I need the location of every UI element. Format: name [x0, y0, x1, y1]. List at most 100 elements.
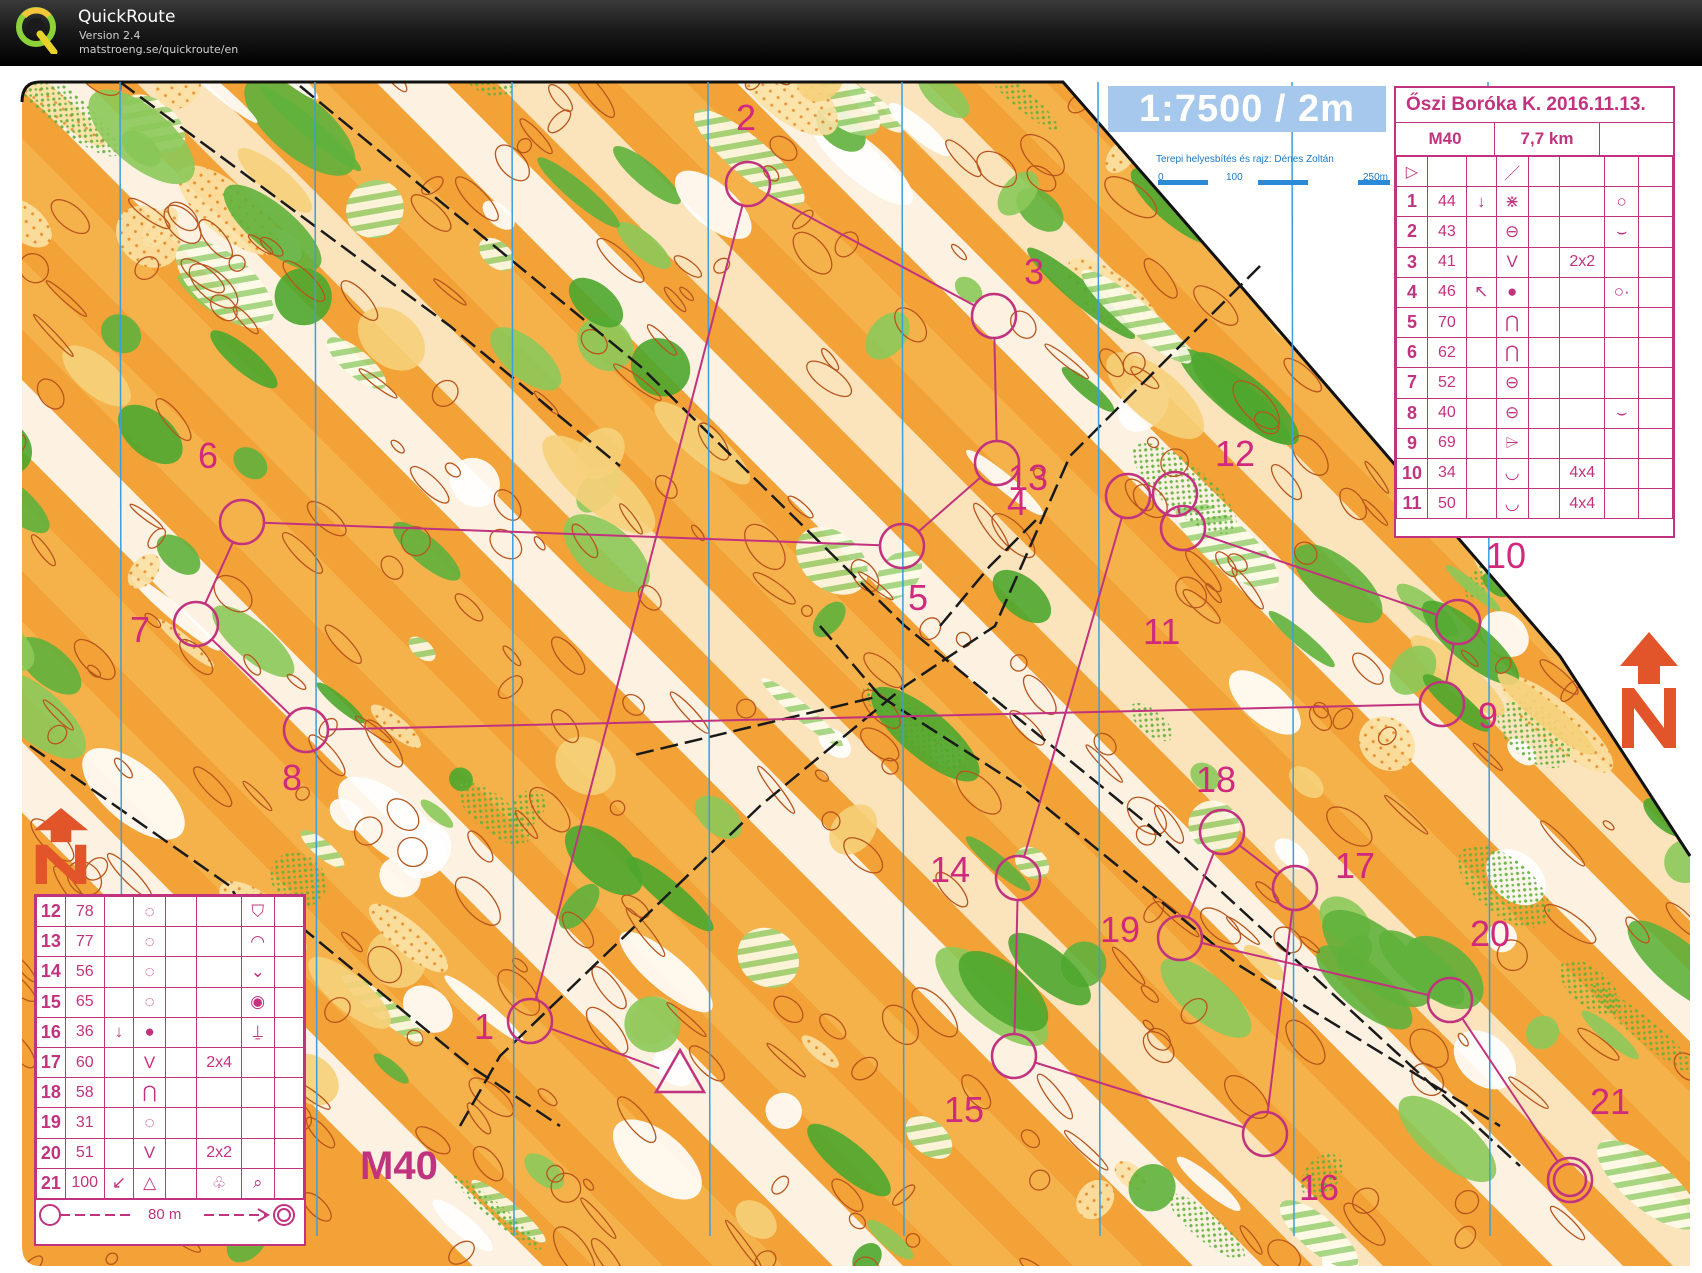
appearance	[164, 986, 198, 1018]
control-seq: 16	[36, 1016, 66, 1048]
other	[273, 1167, 305, 1199]
which-feature	[103, 1077, 135, 1109]
control-seq: 19	[36, 1107, 66, 1139]
triangle-icon: △	[133, 1167, 166, 1199]
knoll-icon: ⊖	[1495, 397, 1529, 429]
dotted-circle-icon: ◌	[133, 895, 166, 928]
control-number-10: 10	[1486, 535, 1527, 576]
control-number-18: 18	[1196, 759, 1237, 800]
other	[1638, 186, 1673, 218]
dimensions	[196, 926, 242, 958]
control-seq: 17	[36, 1046, 66, 1079]
description-row-17: 17 60 V 2x4	[36, 1046, 305, 1079]
control-number-11: 11	[1143, 611, 1181, 652]
event-title: Őszi Boróka K. 2016.11.13.	[1396, 88, 1673, 123]
location: ◠	[240, 926, 275, 958]
location: ⌕	[240, 1167, 275, 1199]
empty-cell	[1638, 155, 1673, 188]
description-row-19: 19 31 ◌	[36, 1107, 305, 1139]
control-number-5: 5	[908, 577, 929, 618]
other	[273, 1046, 305, 1079]
description-row-20: 20 51 V 2x2	[36, 1137, 305, 1169]
app-url[interactable]: matstroeng.se/quickroute/en	[79, 43, 238, 56]
appearance	[1527, 186, 1561, 218]
other	[273, 1077, 305, 1109]
control-seq: 3	[1396, 246, 1428, 278]
dimensions	[196, 956, 242, 988]
other	[273, 926, 305, 958]
control-number-20: 20	[1470, 913, 1511, 954]
control-number-8: 8	[282, 757, 303, 798]
map-viewport[interactable]: 1:7500 / 2m Terepi helyesbítés és rajz: …	[0, 66, 1702, 1273]
control-code: 100	[64, 1167, 105, 1199]
control-code: 41	[1426, 246, 1467, 278]
appearance	[1527, 216, 1561, 248]
scale-tick-0: 0	[1158, 172, 1164, 183]
control-code: 56	[64, 956, 105, 988]
description-row-9: 9 69 ⌲	[1396, 427, 1673, 459]
appearance	[1527, 457, 1561, 490]
appearance	[1527, 427, 1561, 459]
appearance	[164, 1167, 198, 1199]
dimensions	[196, 1107, 242, 1139]
dimensions	[1559, 367, 1606, 399]
dimensions	[1559, 216, 1606, 248]
control-code: 36	[64, 1016, 105, 1048]
control-seq: 13	[36, 926, 66, 958]
quickroute-logo-icon	[16, 7, 58, 54]
location	[240, 1077, 275, 1109]
app-name: QuickRoute	[78, 7, 176, 27]
map-scale: 1:7500 / 2m	[1108, 86, 1386, 132]
control-seq: 9	[1396, 427, 1428, 459]
course-name: M40	[1396, 123, 1495, 155]
other	[1638, 488, 1673, 520]
which-feature: ↓	[103, 1016, 135, 1048]
dimensions: 2x4	[196, 1046, 242, 1079]
control-seq: 5	[1396, 306, 1428, 339]
appearance	[1527, 488, 1561, 520]
control-number-9: 9	[1478, 695, 1499, 736]
title-bar: QuickRoute Version 2.4 matstroeng.se/qui…	[0, 0, 1702, 66]
control-number-6: 6	[198, 435, 219, 476]
control-code: 60	[64, 1046, 105, 1079]
location	[1604, 337, 1640, 369]
which-feature: ↖	[1465, 276, 1497, 308]
control-seq: 18	[36, 1077, 66, 1109]
description-row-7: 7 52 ⊖	[1396, 367, 1673, 399]
which-feature	[1465, 427, 1497, 459]
scale-bar	[1158, 180, 1390, 185]
appearance	[1527, 276, 1561, 308]
description-row-13: 13 77 ◌ ◠	[36, 926, 305, 958]
control-code: 58	[64, 1077, 105, 1109]
app-version: Version 2.4	[79, 29, 141, 42]
dimensions	[196, 1016, 242, 1048]
dimensions: ♧	[196, 1167, 242, 1199]
control-code: 43	[1426, 216, 1467, 248]
course-length: 7,7 km	[1495, 123, 1600, 155]
which-feature	[1465, 246, 1497, 278]
appearance	[164, 1137, 198, 1169]
location	[240, 1107, 275, 1139]
location: ⛉	[240, 895, 275, 928]
location	[1604, 457, 1640, 490]
control-number-13: 13	[1008, 457, 1049, 498]
appearance	[164, 1016, 198, 1048]
empty-cell	[1604, 155, 1640, 188]
north-arrow-small-icon	[33, 808, 89, 884]
description-row-3: 3 41 V 2x2	[1396, 246, 1673, 278]
empty-cell	[1426, 155, 1467, 188]
control-code: 78	[64, 895, 105, 928]
dotted-circle-icon: ◌	[133, 986, 166, 1018]
spur-icon: ⋂	[133, 1077, 166, 1109]
other	[1638, 367, 1673, 399]
other	[273, 956, 305, 988]
knoll-icon: ⊖	[1495, 367, 1529, 399]
description-table-1: ▷ ／ 1 44 ↓ ⋇ ○ 2 43 ⊖ ⌣ 3 41 V 2x2 4 46 ↖ ● ○· 5 70 ⋂ 6 62 ⋂ 7 52 ⊖ 8…	[1396, 155, 1673, 520]
dimensions	[196, 895, 242, 928]
other	[1638, 216, 1673, 248]
which-feature	[103, 1046, 135, 1079]
other	[1638, 246, 1673, 278]
description-row-11: 11 50 ◡ 4x4	[1396, 488, 1673, 520]
boulder-icon: ●	[133, 1016, 166, 1048]
appearance	[1527, 246, 1561, 278]
